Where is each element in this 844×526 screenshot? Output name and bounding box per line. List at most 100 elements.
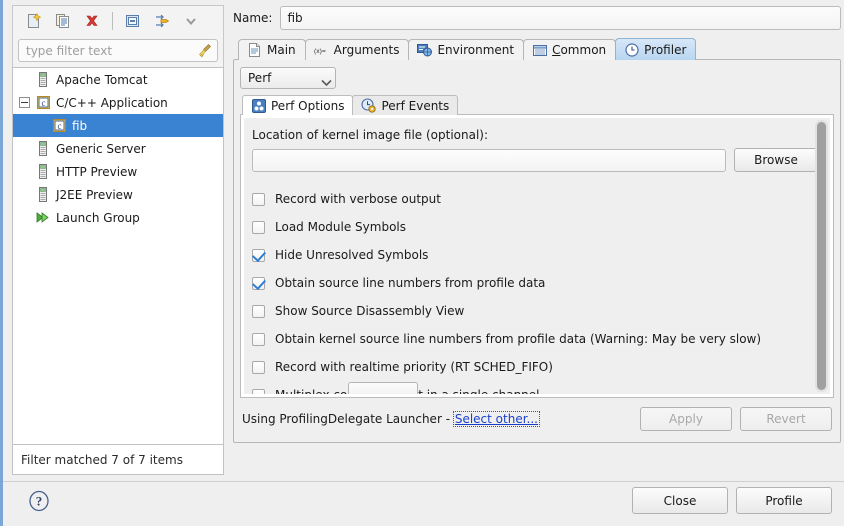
name-label: Name: bbox=[233, 11, 273, 25]
tab-label: Perf Events bbox=[381, 98, 450, 113]
arguments-xy-icon: (x)= bbox=[314, 43, 329, 58]
perf-options-scroll-area: Location of kernel image file (optional)… bbox=[240, 114, 834, 398]
perf-options-content: Location of kernel image file (optional)… bbox=[244, 118, 830, 394]
option-label: Obtain kernel source line numbers from p… bbox=[275, 332, 762, 346]
filter-container: type filter text bbox=[12, 35, 224, 67]
tab-environment[interactable]: Environment bbox=[408, 39, 525, 60]
filter-input[interactable]: type filter text bbox=[26, 45, 197, 57]
checkbox[interactable] bbox=[252, 332, 265, 346]
checkbox[interactable] bbox=[252, 304, 265, 318]
tab-perf-options[interactable]: Perf Options bbox=[242, 95, 354, 115]
tree-item-c-cpp-application[interactable]: c C/C++ Application bbox=[13, 91, 223, 114]
view-menu-button[interactable] bbox=[178, 9, 204, 33]
green-play-icon bbox=[35, 210, 51, 226]
svg-text:?: ? bbox=[36, 494, 43, 509]
name-input[interactable]: fib bbox=[280, 6, 841, 30]
tab-perf-events[interactable]: Perf Events bbox=[352, 95, 459, 115]
configurations-tree[interactable]: Apache Tomcat c C/C++ Application c fib … bbox=[12, 67, 224, 445]
apply-button[interactable]: Apply bbox=[640, 407, 732, 431]
option-label: Load Module Symbols bbox=[275, 220, 407, 234]
delegate-row: Using ProfilingDelegate Launcher - Selec… bbox=[242, 404, 832, 434]
option-label: Hide Unresolved Symbols bbox=[275, 248, 429, 262]
filter-box[interactable]: type filter text bbox=[18, 39, 218, 62]
svg-text:c: c bbox=[41, 98, 45, 108]
checkbox[interactable] bbox=[252, 276, 265, 290]
svg-text:(x)=: (x)= bbox=[314, 48, 326, 55]
scrollbar-thumb[interactable] bbox=[817, 122, 826, 390]
new-configuration-button[interactable] bbox=[21, 9, 47, 33]
broom-icon[interactable] bbox=[197, 43, 213, 59]
tab-label-rest: ommon bbox=[560, 43, 607, 57]
server-icon bbox=[35, 72, 51, 88]
browse-button[interactable]: Browse bbox=[734, 148, 818, 172]
option-hide-unresolved-symbols[interactable]: Hide Unresolved Symbols bbox=[252, 241, 818, 269]
help-question-icon[interactable]: ? bbox=[28, 490, 50, 512]
options-vertical-scrollbar[interactable] bbox=[815, 120, 828, 392]
tab-label: Perf Options bbox=[271, 98, 345, 113]
c-application-icon: c bbox=[35, 95, 51, 111]
chevron-down-icon bbox=[321, 75, 332, 87]
profile-button[interactable]: Profile bbox=[736, 487, 832, 514]
option-show-source-disassembly-view[interactable]: Show Source Disassembly View bbox=[252, 297, 818, 325]
tree-expander-toggle[interactable] bbox=[19, 97, 30, 108]
option-label: Obtain source line numbers from profile … bbox=[275, 276, 546, 290]
close-button[interactable]: Close bbox=[632, 487, 728, 514]
tab-profiler[interactable]: Profiler bbox=[615, 38, 697, 60]
c-application-icon: c bbox=[51, 118, 67, 134]
apply-revert-group: Apply Revert bbox=[640, 407, 832, 431]
delete-configuration-button[interactable] bbox=[79, 9, 105, 33]
tree-item-launch-group[interactable]: Launch Group bbox=[13, 206, 223, 229]
duplicate-configuration-button[interactable] bbox=[50, 9, 76, 33]
option-obtain-kernel-source-line-numbers[interactable]: Obtain kernel source line numbers from p… bbox=[252, 325, 818, 353]
tab-common[interactable]: Common bbox=[523, 39, 617, 60]
tab-label: Environment bbox=[437, 43, 515, 57]
perf-tabfolder: Perf Options Perf Events Location of ker… bbox=[240, 95, 834, 398]
collapse-all-button[interactable] bbox=[120, 9, 146, 33]
tree-item-generic-server[interactable]: Generic Server bbox=[13, 137, 223, 160]
footer-separator bbox=[3, 481, 844, 482]
tree-item-label: C/C++ Application bbox=[56, 95, 168, 110]
revert-button[interactable]: Revert bbox=[740, 407, 832, 431]
tree-item-label: Apache Tomcat bbox=[56, 72, 148, 87]
kernel-image-input[interactable] bbox=[252, 148, 726, 172]
common-table-icon bbox=[532, 43, 547, 58]
checkbox[interactable] bbox=[252, 192, 265, 206]
tree-item-label: HTTP Preview bbox=[56, 164, 138, 179]
option-obtain-source-line-numbers[interactable]: Obtain source line numbers from profile … bbox=[252, 269, 818, 297]
tab-arguments[interactable]: (x)= Arguments bbox=[304, 39, 410, 60]
filter-configurations-button[interactable] bbox=[149, 9, 175, 33]
tab-label: Common bbox=[552, 43, 606, 57]
checkbox[interactable] bbox=[252, 360, 265, 374]
configurations-toolbar bbox=[12, 5, 224, 35]
profiler-tab-body: Perf Perf Options Perf Events Location o… bbox=[233, 59, 841, 443]
option-record-realtime-priority[interactable]: Record with realtime priority (RT SCHED_… bbox=[252, 353, 818, 381]
tree-item-http-preview[interactable]: HTTP Preview bbox=[13, 160, 223, 183]
kernel-image-label: Location of kernel image file (optional)… bbox=[252, 128, 489, 142]
tree-item-label: Generic Server bbox=[56, 141, 146, 156]
configurations-panel: type filter text Apache Tomcat c C/C++ A… bbox=[12, 5, 224, 475]
option-record-verbose[interactable]: Record with verbose output bbox=[252, 185, 818, 213]
tab-label: Arguments bbox=[333, 43, 400, 57]
tree-item-label: fib bbox=[72, 118, 88, 133]
option-label: Record with verbose output bbox=[275, 192, 441, 206]
perf-tab-bar: Perf Options Perf Events bbox=[242, 95, 834, 115]
select-other-link[interactable]: Select other... bbox=[452, 411, 541, 427]
checkbox[interactable] bbox=[252, 388, 265, 394]
tree-item-apache-tomcat[interactable]: Apache Tomcat bbox=[13, 68, 223, 91]
tab-main[interactable]: Main bbox=[238, 39, 306, 60]
tab-bar: Main (x)= Arguments Environment Common P… bbox=[238, 38, 841, 60]
tree-item-fib[interactable]: c fib bbox=[13, 114, 223, 137]
configuration-editor: Name: fib Main (x)= Arguments Environmen… bbox=[233, 5, 841, 475]
option-label: Show Source Disassembly View bbox=[275, 304, 465, 318]
option-load-module-symbols[interactable]: Load Module Symbols bbox=[252, 213, 818, 241]
svg-text:c: c bbox=[57, 121, 61, 131]
tree-item-label: Launch Group bbox=[56, 210, 140, 225]
checkbox[interactable] bbox=[252, 248, 265, 262]
partially-visible-button[interactable] bbox=[348, 382, 418, 394]
delegate-text: Using ProfilingDelegate Launcher - Selec… bbox=[242, 411, 541, 427]
checkbox[interactable] bbox=[252, 220, 265, 234]
option-multiplex-counter-output[interactable]: Multiplex counter output in a single cha… bbox=[252, 381, 818, 394]
perf-options-icon bbox=[251, 98, 266, 113]
profiling-tool-combo[interactable]: Perf bbox=[240, 67, 336, 89]
tree-item-j2ee-preview[interactable]: J2EE Preview bbox=[13, 183, 223, 206]
